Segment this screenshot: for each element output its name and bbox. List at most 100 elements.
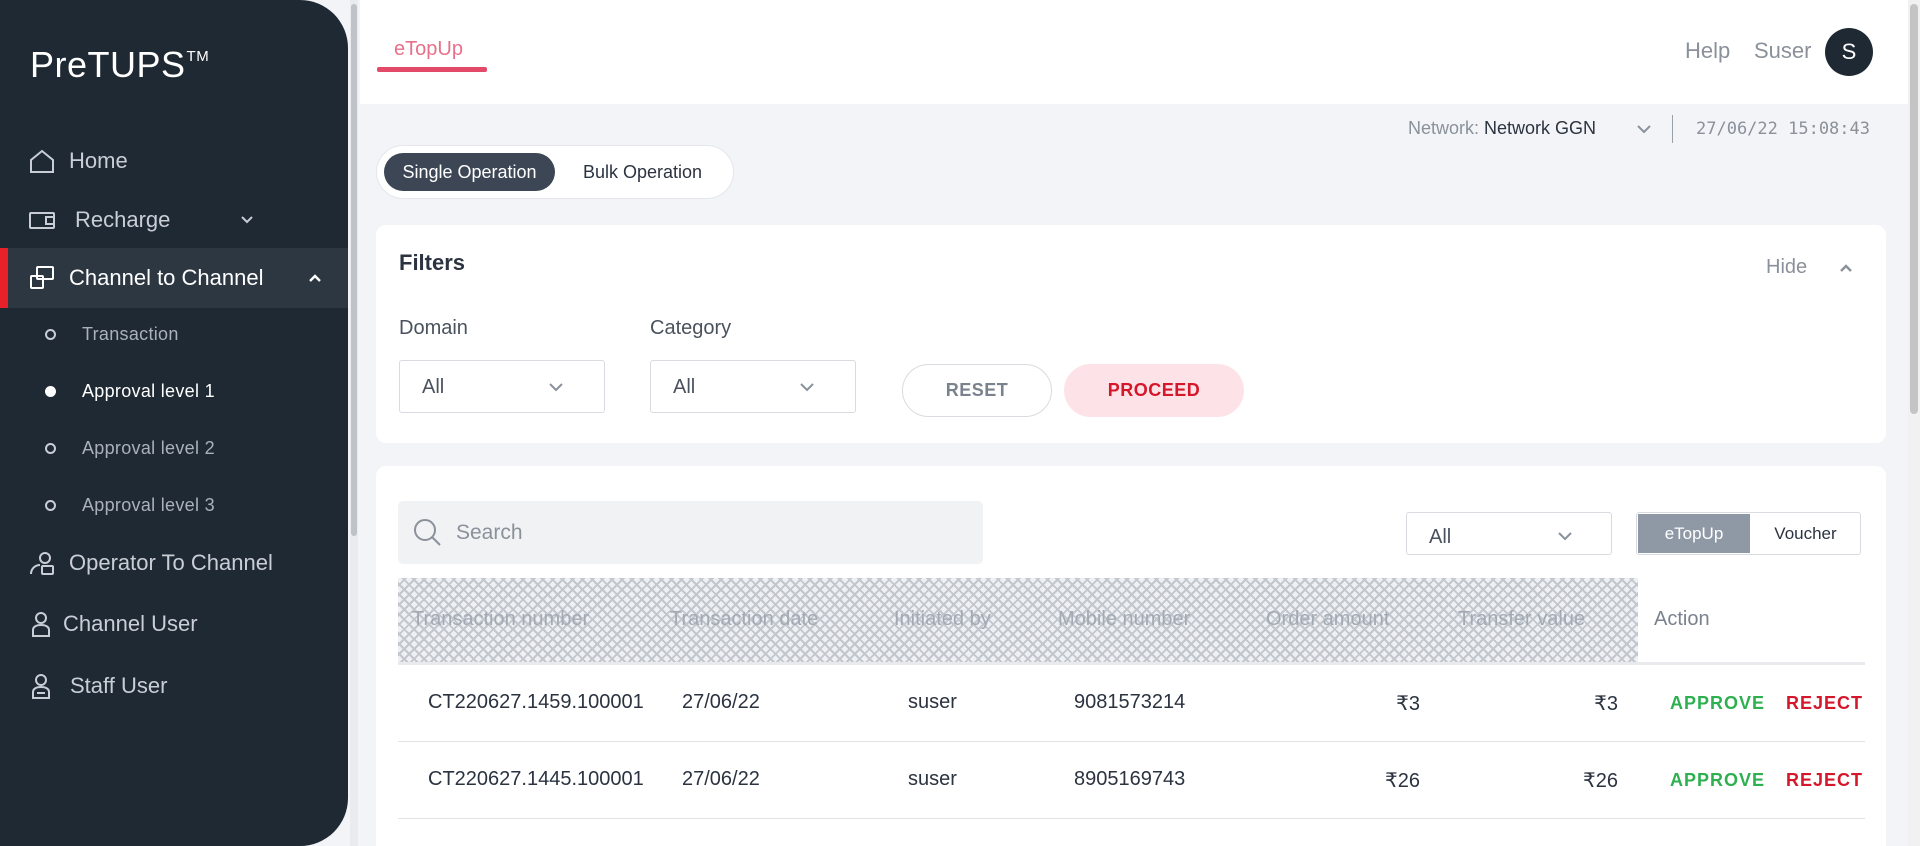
column-header-order-amount[interactable]: Order amount — [1266, 608, 1389, 631]
sidebar: PreTUPSTM Home Recharge Channel to Chann… — [0, 0, 348, 846]
cell-transaction-date: 27/06/22 — [682, 691, 760, 713]
cell-transaction-number: CT220627.1459.100001 — [428, 691, 644, 713]
sidebar-item-operator-to-channel[interactable]: Operator To Channel — [0, 534, 348, 592]
category-select[interactable]: All — [650, 360, 856, 413]
sidebar-item-label: Staff User — [70, 673, 168, 698]
sidebar-subitem-approval-level-3[interactable]: Approval level 3 — [0, 485, 348, 525]
cell-mobile-number: 9081573214 — [1074, 691, 1186, 713]
reset-button[interactable]: RESET — [902, 364, 1052, 417]
sidebar-scrollbar[interactable] — [350, 0, 358, 846]
sidebar-subitem-transaction[interactable]: Transaction — [0, 314, 348, 354]
cell-transaction-date: 27/06/22 — [682, 768, 760, 790]
bullet-icon — [45, 385, 56, 397]
chevron-down-icon[interactable] — [1636, 123, 1652, 135]
sidebar-item-label: Home — [69, 148, 128, 173]
product-type-toggle: eTopUp Voucher — [1636, 512, 1861, 555]
channel-transfer-icon — [30, 266, 54, 289]
sidebar-item-staff-user[interactable]: Staff User — [0, 657, 348, 715]
category-label: Category — [650, 317, 732, 339]
chevron-down-icon — [241, 216, 253, 224]
table-row[interactable]: CT220627.1445.100001 27/06/22 suser 8905… — [398, 742, 1865, 819]
bullet-icon — [45, 328, 56, 340]
cell-transfer-value: ₹3 — [1594, 693, 1618, 715]
sidebar-item-channel-user[interactable]: Channel User — [0, 595, 348, 653]
sidebar-item-label: Recharge — [75, 207, 171, 232]
top-bar: eTopUp Help Suser S — [360, 0, 1908, 104]
column-header-initiated-by[interactable]: Initiated by — [894, 608, 991, 631]
chevron-down-icon — [800, 383, 814, 392]
bullet-icon — [45, 499, 56, 511]
table-header: Transaction number Transaction date Init… — [398, 578, 1865, 664]
bulk-operation-button[interactable]: Bulk Operation — [557, 153, 728, 191]
etopup-toggle-button[interactable]: eTopUp — [1638, 514, 1750, 553]
scrollbar-thumb[interactable] — [1910, 4, 1918, 414]
voucher-toggle-button[interactable]: Voucher — [1751, 514, 1860, 553]
column-header-action: Action — [1654, 608, 1710, 630]
chevron-up-icon — [309, 274, 321, 282]
sidebar-item-label: Channel User — [63, 611, 198, 636]
sidebar-subitem-label: Transaction — [82, 323, 179, 344]
search-input[interactable]: Search — [398, 501, 983, 564]
proceed-button[interactable]: PROCEED — [1064, 364, 1244, 417]
help-link[interactable]: Help — [1685, 38, 1730, 64]
home-icon — [30, 149, 54, 173]
column-header-mobile-number[interactable]: Mobile number — [1058, 608, 1190, 631]
approve-button[interactable]: APPROVE — [1670, 770, 1765, 791]
column-header-transaction-number[interactable]: Transaction number — [412, 608, 589, 631]
sidebar-subitem-label: Approval level 3 — [82, 494, 215, 515]
staff-user-icon — [32, 674, 50, 699]
network-selector[interactable]: Network: Network GGN — [1408, 118, 1596, 139]
scrollbar-thumb[interactable] — [351, 4, 357, 536]
recharge-icon — [29, 212, 55, 229]
sidebar-item-channel-to-channel[interactable]: Channel to Channel — [0, 248, 348, 308]
cell-order-amount: ₹26 — [1385, 770, 1420, 792]
single-operation-button[interactable]: Single Operation — [384, 153, 555, 191]
sidebar-item-label: Channel to Channel — [69, 265, 264, 290]
operator-channel-icon — [30, 552, 54, 575]
sidebar-subitem-label: Approval level 1 — [82, 380, 215, 401]
chevron-up-icon[interactable] — [1839, 261, 1853, 275]
datetime: 27/06/22 15:08:43 — [1696, 119, 1870, 139]
column-header-transaction-date[interactable]: Transaction date — [670, 608, 818, 631]
cell-transaction-number: CT220627.1445.100001 — [428, 768, 644, 790]
sidebar-subitem-approval-level-1[interactable]: Approval level 1 — [0, 371, 348, 411]
type-filter-select[interactable]: All — [1406, 512, 1612, 555]
approve-button[interactable]: APPROVE — [1670, 693, 1765, 714]
avatar[interactable]: S — [1825, 28, 1873, 76]
divider — [1672, 115, 1673, 143]
sidebar-item-recharge[interactable]: Recharge — [0, 191, 348, 249]
user-name[interactable]: Suser — [1754, 38, 1811, 64]
tab-etopup[interactable]: eTopUp — [394, 38, 463, 61]
category-select-value: All — [673, 376, 696, 398]
sidebar-item-label: Operator To Channel — [69, 550, 273, 575]
sidebar-item-home[interactable]: Home — [0, 132, 348, 190]
reject-button[interactable]: REJECT — [1786, 770, 1863, 791]
bullet-icon — [45, 442, 56, 454]
app-logo[interactable]: PreTUPSTM — [30, 44, 209, 86]
user-icon — [32, 612, 50, 637]
page-scrollbar[interactable] — [1908, 0, 1920, 846]
hide-filters-button[interactable]: Hide — [1766, 256, 1807, 279]
cell-transfer-value: ₹26 — [1583, 770, 1618, 792]
cell-initiated-by: suser — [908, 768, 957, 790]
column-header-transfer-value[interactable]: Transfer value — [1458, 608, 1585, 631]
cell-order-amount: ₹3 — [1396, 693, 1420, 715]
type-filter-value: All — [1429, 526, 1452, 548]
chevron-down-icon — [1558, 532, 1572, 541]
cell-initiated-by: suser — [908, 691, 957, 713]
chevron-down-icon — [549, 383, 563, 392]
sidebar-subitem-approval-level-2[interactable]: Approval level 2 — [0, 428, 348, 468]
filters-title: Filters — [399, 250, 466, 275]
operation-toggle: Single Operation Bulk Operation — [376, 145, 734, 199]
table-row[interactable]: CT220627.1459.100001 27/06/22 suser 9081… — [398, 665, 1865, 742]
domain-label: Domain — [399, 317, 468, 339]
domain-select[interactable]: All — [399, 360, 605, 413]
reject-button[interactable]: REJECT — [1786, 693, 1863, 714]
search-icon — [414, 519, 441, 546]
domain-select-value: All — [422, 376, 445, 398]
sidebar-subitem-label: Approval level 2 — [82, 437, 215, 458]
active-tab-indicator — [377, 67, 487, 72]
filters-card: Filters Hide Domain All Category All RES… — [376, 225, 1886, 443]
transactions-card: Search All eTopUp Voucher Transaction nu… — [376, 466, 1886, 846]
search-placeholder: Search — [456, 521, 523, 544]
